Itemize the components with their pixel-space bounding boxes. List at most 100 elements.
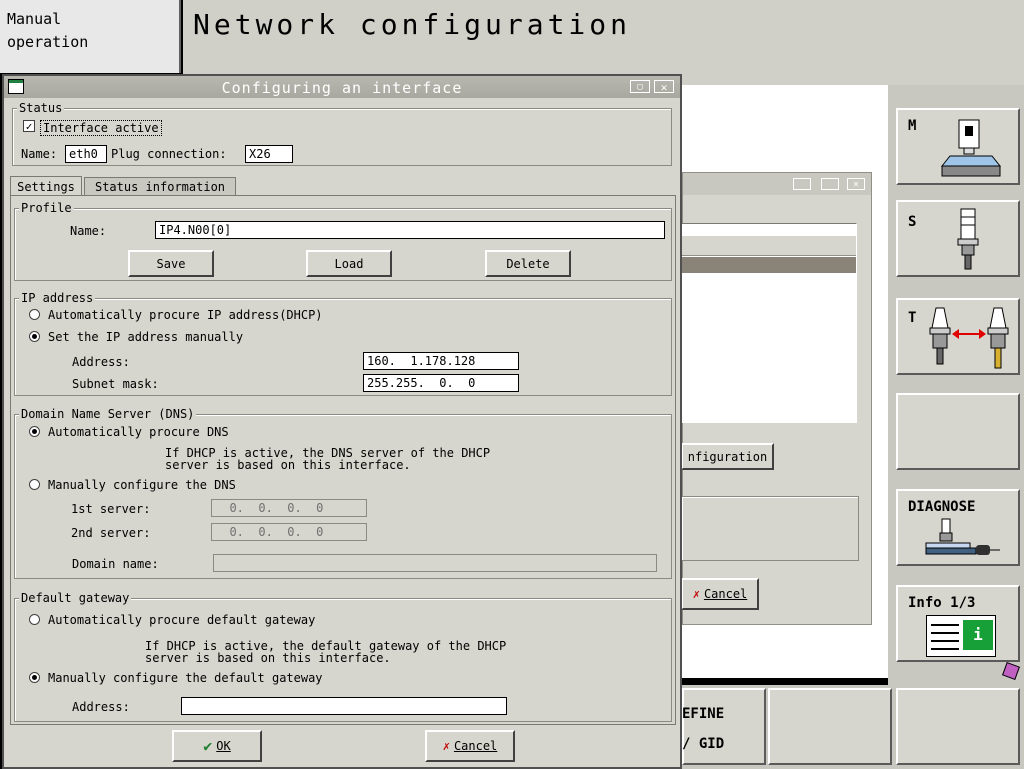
dns-legend: Domain Name Server (DNS)	[19, 407, 197, 421]
maximize-icon[interactable]	[821, 178, 839, 190]
softkey-s[interactable]: S	[896, 200, 1020, 277]
minimize-icon[interactable]	[793, 178, 811, 190]
ip-address-field[interactable]: 160. 1.178.128	[363, 352, 519, 370]
subnet-mask-field[interactable]: 255.255. 0. 0	[363, 374, 519, 392]
operating-mode-line1: Manual	[7, 10, 62, 28]
background-cancel-button[interactable]: ✗ Cancel	[681, 578, 759, 610]
gateway-legend: Default gateway	[19, 591, 132, 605]
list-item-selected[interactable]	[682, 257, 856, 273]
ip-address-group: IP address Automatically procure IP addr…	[14, 291, 672, 396]
dialog-close-icon[interactable]: ✕	[654, 80, 674, 94]
screen-title: Network configuration	[193, 8, 632, 41]
background-window-titlebar: ✕	[683, 173, 871, 195]
ip-manual-radio[interactable]	[29, 331, 40, 342]
diagnose-machine-icon	[925, 518, 1000, 555]
interface-name-label: Name:	[21, 147, 58, 161]
dialog-maximize-icon[interactable]: ▢	[630, 80, 650, 93]
tool-change-icon	[929, 307, 1009, 369]
dns-note-line2: server is based on this interface.	[165, 458, 411, 472]
delete-button[interactable]: Delete	[485, 250, 571, 277]
ip-address-label: Address:	[72, 355, 130, 369]
interface-active-checkbox[interactable]: ✓	[23, 120, 35, 132]
softkey-info[interactable]: Info 1/3 i	[896, 585, 1020, 662]
background-group	[681, 496, 859, 561]
profile-name-field[interactable]: IP4.N00[0]	[155, 221, 665, 239]
profile-group: Profile Name: IP4.N00[0] Save Load Delet…	[14, 201, 672, 281]
define-line1: EFINE	[682, 706, 725, 722]
tab-status-information-label: Status information	[94, 180, 226, 194]
ip-auto-radio[interactable]	[29, 309, 40, 320]
softkey-info-label: Info 1/3	[908, 595, 976, 611]
background-cancel-label: Cancel	[703, 587, 748, 601]
dns-server2-label: 2nd server:	[71, 526, 151, 540]
softkey-m[interactable]: M	[896, 108, 1020, 185]
status-group: Status ✓ Interface active Name: eth0 Plu…	[12, 101, 672, 166]
tool-icon	[957, 208, 979, 270]
subnet-mask-label: Subnet mask:	[72, 377, 159, 391]
softkey-diagnose[interactable]: DIAGNOSE	[896, 489, 1020, 566]
softkey-t-label: T	[908, 310, 917, 326]
dialog-titlebar: Configuring an interface ▢ ✕	[4, 76, 680, 98]
info-badge: i	[963, 620, 993, 650]
softkey-t[interactable]: T	[896, 298, 1020, 375]
ok-check-icon: ✔	[203, 737, 213, 755]
info-document-icon: i	[926, 615, 996, 657]
save-button-label: Save	[156, 256, 186, 271]
gateway-manual-radio[interactable]	[29, 672, 40, 683]
softkey-m-label: M	[908, 118, 917, 134]
interface-name-field: eth0	[65, 145, 107, 163]
dns-server2-field[interactable]: 0. 0. 0. 0	[211, 523, 367, 541]
profile-name-label: Name:	[70, 224, 107, 238]
operating-mode-panel: Manual operation	[0, 0, 181, 73]
operating-mode-line2: operation	[7, 33, 89, 51]
info-glyph: i	[973, 625, 983, 644]
ip-auto-label: Automatically procure IP address(DHCP)	[48, 308, 323, 322]
domain-name-field[interactable]	[213, 554, 657, 572]
softkey-diagnose-label: DIAGNOSE	[908, 499, 976, 515]
ok-button[interactable]: ✔ OK	[172, 730, 262, 762]
tab-settings-label: Settings	[17, 180, 75, 194]
softkey-bottom-3[interactable]	[896, 688, 1020, 765]
gateway-address-field[interactable]	[181, 697, 507, 715]
gateway-note-line2: server is based on this interface.	[145, 651, 391, 665]
screen-title-bar: Network configuration	[183, 0, 1024, 85]
status-legend: Status	[17, 101, 65, 115]
profile-legend: Profile	[19, 201, 74, 215]
dns-server1-field[interactable]: 0. 0. 0. 0	[211, 499, 367, 517]
softkey-define-gid[interactable]: EFINE / GID	[682, 688, 766, 765]
plug-connection-label: Plug connection:	[111, 147, 227, 161]
configure-interface-dialog: Configuring an interface ▢ ✕ Status ✓ In…	[2, 74, 682, 769]
background-window: ✕ nfiguration ✗ Cancel	[681, 172, 872, 625]
plug-connection-field: X26	[245, 145, 293, 163]
softkey-s-label: S	[908, 214, 917, 230]
delete-button-label: Delete	[506, 256, 550, 271]
dialog-title: Configuring an interface	[221, 79, 463, 97]
load-button-label: Load	[334, 256, 364, 271]
softkey-empty-4[interactable]	[896, 393, 1020, 470]
load-button[interactable]: Load	[306, 250, 392, 277]
cancel-button-label: Cancel	[453, 739, 498, 753]
dns-server1-label: 1st server:	[71, 502, 151, 516]
cancel-x-icon: ✗	[692, 587, 700, 601]
dns-manual-label: Manually configure the DNS	[48, 478, 236, 492]
close-icon[interactable]: ✕	[847, 178, 865, 190]
dns-manual-radio[interactable]	[29, 479, 40, 490]
gateway-auto-radio[interactable]	[29, 614, 40, 625]
gateway-address-label: Address:	[72, 700, 130, 714]
tab-settings[interactable]: Settings	[10, 176, 82, 196]
configuration-button[interactable]: nfiguration	[681, 443, 774, 470]
gateway-auto-label: Automatically procure default gateway	[48, 613, 316, 627]
cancel-button[interactable]: ✗ Cancel	[425, 730, 515, 762]
interface-active-label: Interface active	[40, 120, 162, 136]
dns-group: Domain Name Server (DNS) Automatically p…	[14, 407, 672, 579]
list-header	[682, 236, 856, 256]
tab-status-information[interactable]: Status information	[84, 177, 236, 196]
settings-tab-page: Profile Name: IP4.N00[0] Save Load Delet…	[10, 195, 676, 725]
spindle-table-icon	[940, 119, 1002, 177]
gateway-group: Default gateway Automatically procure de…	[14, 591, 672, 722]
dns-auto-radio[interactable]	[29, 426, 40, 437]
define-line2: / GID	[682, 736, 725, 752]
save-button[interactable]: Save	[128, 250, 214, 277]
background-list[interactable]	[681, 223, 857, 423]
softkey-bottom-2[interactable]	[768, 688, 892, 765]
